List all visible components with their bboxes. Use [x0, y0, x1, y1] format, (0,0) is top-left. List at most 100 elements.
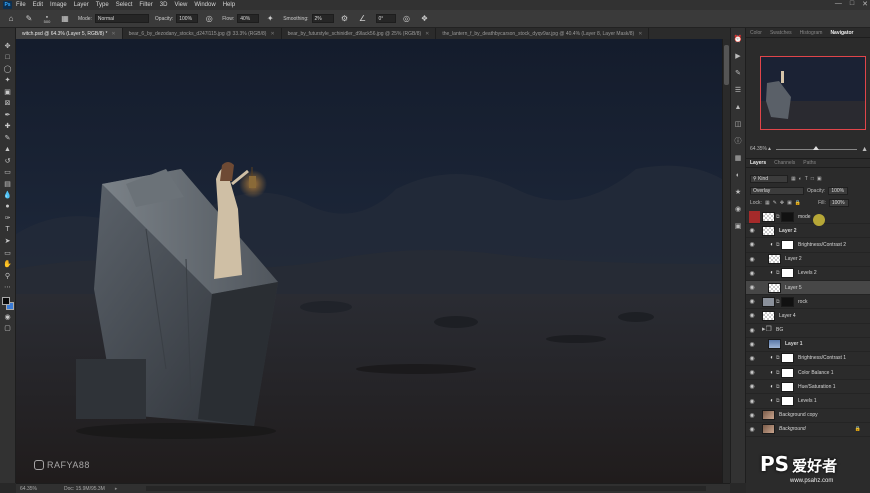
tool-presets-icon[interactable]: ✎ [733, 68, 743, 78]
layer-row[interactable]: ◉ Layer 2 [746, 253, 870, 267]
eye-icon[interactable]: ◉ [746, 256, 758, 263]
maximize-icon[interactable]: □ [850, 0, 854, 8]
layer-row[interactable]: ◉ ◐ ⧉ Brightness/Contrast 1 [746, 352, 870, 367]
filter-smart-icon[interactable]: ▣ [817, 176, 822, 182]
info-icon[interactable]: ⓘ [733, 136, 743, 146]
tab-paths[interactable]: Paths [803, 160, 816, 166]
layer-row[interactable]: ◉ Layer 5 [746, 280, 870, 296]
layer-name[interactable]: Layer 2 [785, 256, 802, 262]
libraries-icon[interactable]: ★ [733, 187, 743, 197]
menu-view[interactable]: View [174, 2, 187, 8]
lock-image-icon[interactable]: ✎ [773, 200, 777, 206]
close-icon[interactable]: ✕ [862, 0, 868, 8]
layer-mask-thumbnail[interactable] [781, 239, 794, 250]
gear-icon[interactable]: ⚙ [340, 14, 350, 24]
screen-mode-icon[interactable]: ▢ [2, 323, 14, 335]
zoom-slider-knob[interactable] [813, 145, 820, 150]
layer-mask-thumbnail[interactable] [781, 396, 794, 407]
scrollbar-thumb[interactable] [724, 45, 729, 85]
eye-icon[interactable]: ◉ [746, 298, 758, 305]
zoom-in-icon[interactable]: ▲ [861, 146, 868, 153]
layer-thumbnail[interactable] [762, 310, 775, 321]
menu-layer[interactable]: Layer [74, 2, 89, 8]
layer-name[interactable]: Hue/Saturation 1 [798, 384, 836, 390]
adjustment-icon[interactable]: ◐ [768, 370, 776, 376]
eye-icon[interactable]: ◉ [746, 284, 758, 291]
eye-icon[interactable]: ◉ [746, 227, 758, 234]
close-tab-icon[interactable]: ✕ [270, 31, 274, 37]
quick-select-tool-icon[interactable]: ✦ [2, 75, 14, 87]
crop-tool-icon[interactable]: ▣ [2, 86, 14, 98]
lock-position-icon[interactable]: ✥ [780, 200, 784, 206]
tab-swatches[interactable]: Swatches [770, 30, 792, 36]
layer-thumbnail[interactable] [762, 424, 775, 435]
layer-row[interactable]: ◉ ◐ ⧉ Color Balance 1 [746, 366, 870, 381]
filter-kind-select[interactable]: ⚲ Kind [750, 174, 788, 183]
layer-name[interactable]: BG [776, 327, 783, 333]
tab-layers[interactable]: Layers [750, 160, 766, 166]
blend-mode-select[interactable]: Overlay [750, 186, 804, 195]
layer-row[interactable]: ◉ Background 🔒 [746, 423, 870, 437]
adjustment-icon[interactable]: ◐ [768, 242, 776, 248]
history-brush-tool-icon[interactable]: ↺ [2, 155, 14, 167]
menu-file[interactable]: File [16, 2, 26, 8]
adjustments-icon[interactable]: ◐ [733, 170, 743, 180]
dodge-tool-icon[interactable]: ● [2, 201, 14, 213]
layer-thumbnail[interactable] [762, 410, 775, 421]
menu-window[interactable]: Window [194, 2, 215, 8]
foreground-color-swatch[interactable] [1, 297, 10, 305]
brush-tool-icon[interactable]: ✎ [24, 14, 34, 24]
layer-row[interactable]: ◉ ▸❐ BG [746, 324, 870, 338]
document-canvas[interactable] [16, 39, 722, 483]
3d-icon[interactable]: ◫ [733, 119, 743, 129]
eye-icon[interactable]: ◉ [746, 327, 758, 334]
filter-pixel-icon[interactable]: ▦ [791, 176, 796, 182]
adjustment-icon[interactable]: ◐ [768, 398, 776, 404]
layer-row[interactable]: ◉ ◐ ⧉ Levels 2 [746, 267, 870, 281]
layer-mask-thumbnail[interactable] [781, 211, 794, 222]
gradient-tool-icon[interactable]: ▤ [2, 178, 14, 190]
mode-select[interactable]: Normal [94, 14, 149, 23]
layer-name[interactable]: Layer 4 [779, 313, 796, 319]
layer-thumbnail[interactable] [768, 282, 781, 293]
tab-bear-6[interactable]: bear_6_by_dezodany_stocks_d247l115.jpg @… [123, 28, 282, 39]
airbrush-icon[interactable]: ✦ [265, 14, 275, 24]
lock-transparent-icon[interactable]: ▦ [765, 200, 770, 206]
healing-tool-icon[interactable]: ✚ [2, 121, 14, 133]
minimize-icon[interactable]: — [835, 0, 842, 8]
tab-witch[interactable]: witch.psd @ 64.3% (Layer 5, RGB/8) * ✕ [16, 28, 123, 39]
symmetry-icon[interactable]: ❖ [420, 14, 430, 24]
layer-row[interactable]: ◉ ⧉ rock [746, 295, 870, 310]
eye-icon[interactable]: ◉ [746, 355, 758, 362]
layer-name[interactable]: Brightness/Contrast 2 [798, 242, 846, 248]
status-menu-arrow-icon[interactable]: ▸ [115, 486, 118, 492]
angle-icon[interactable]: ∠ [358, 14, 368, 24]
lasso-tool-icon[interactable]: ◯ [2, 63, 14, 75]
adjustment-icon[interactable]: ◐ [768, 270, 776, 276]
folder-icon[interactable]: ▸❐ [762, 325, 772, 335]
clone-source-icon[interactable]: ▲ [733, 102, 743, 112]
pressure-opacity-icon[interactable]: ◎ [204, 14, 214, 24]
layer-name[interactable]: Levels 2 [798, 270, 817, 276]
layer-name[interactable]: Layer 2 [779, 228, 797, 234]
eye-icon[interactable]: ◉ [746, 398, 758, 405]
path-select-tool-icon[interactable]: ➤ [2, 236, 14, 248]
brush-tool-icon[interactable]: ✎ [2, 132, 14, 144]
navigator-zoom-value[interactable]: 64.35% [750, 146, 767, 152]
zoom-tool-icon[interactable]: ⚲ [2, 270, 14, 282]
eye-icon[interactable]: ◉ [746, 383, 758, 390]
pressure-size-icon[interactable]: ◎ [402, 14, 412, 24]
lock-all-icon[interactable]: 🔒 [795, 200, 801, 206]
eye-icon[interactable]: ◉ [746, 412, 758, 419]
menu-image[interactable]: Image [50, 2, 67, 8]
layers-icon[interactable]: ▣ [733, 221, 743, 231]
zoom-out-icon[interactable]: ▲ [767, 146, 772, 152]
layer-mask-thumbnail[interactable] [781, 381, 794, 392]
frame-tool-icon[interactable]: ⊠ [2, 98, 14, 110]
blur-tool-icon[interactable]: 💧 [2, 190, 14, 202]
navigator-preview[interactable] [760, 56, 866, 130]
zoom-readout[interactable]: 64.35% [20, 486, 50, 492]
layer-mask-thumbnail[interactable] [781, 296, 794, 307]
layer-row[interactable]: ◉ Layer 4 [746, 309, 870, 324]
eye-icon[interactable]: ◉ [746, 270, 758, 277]
